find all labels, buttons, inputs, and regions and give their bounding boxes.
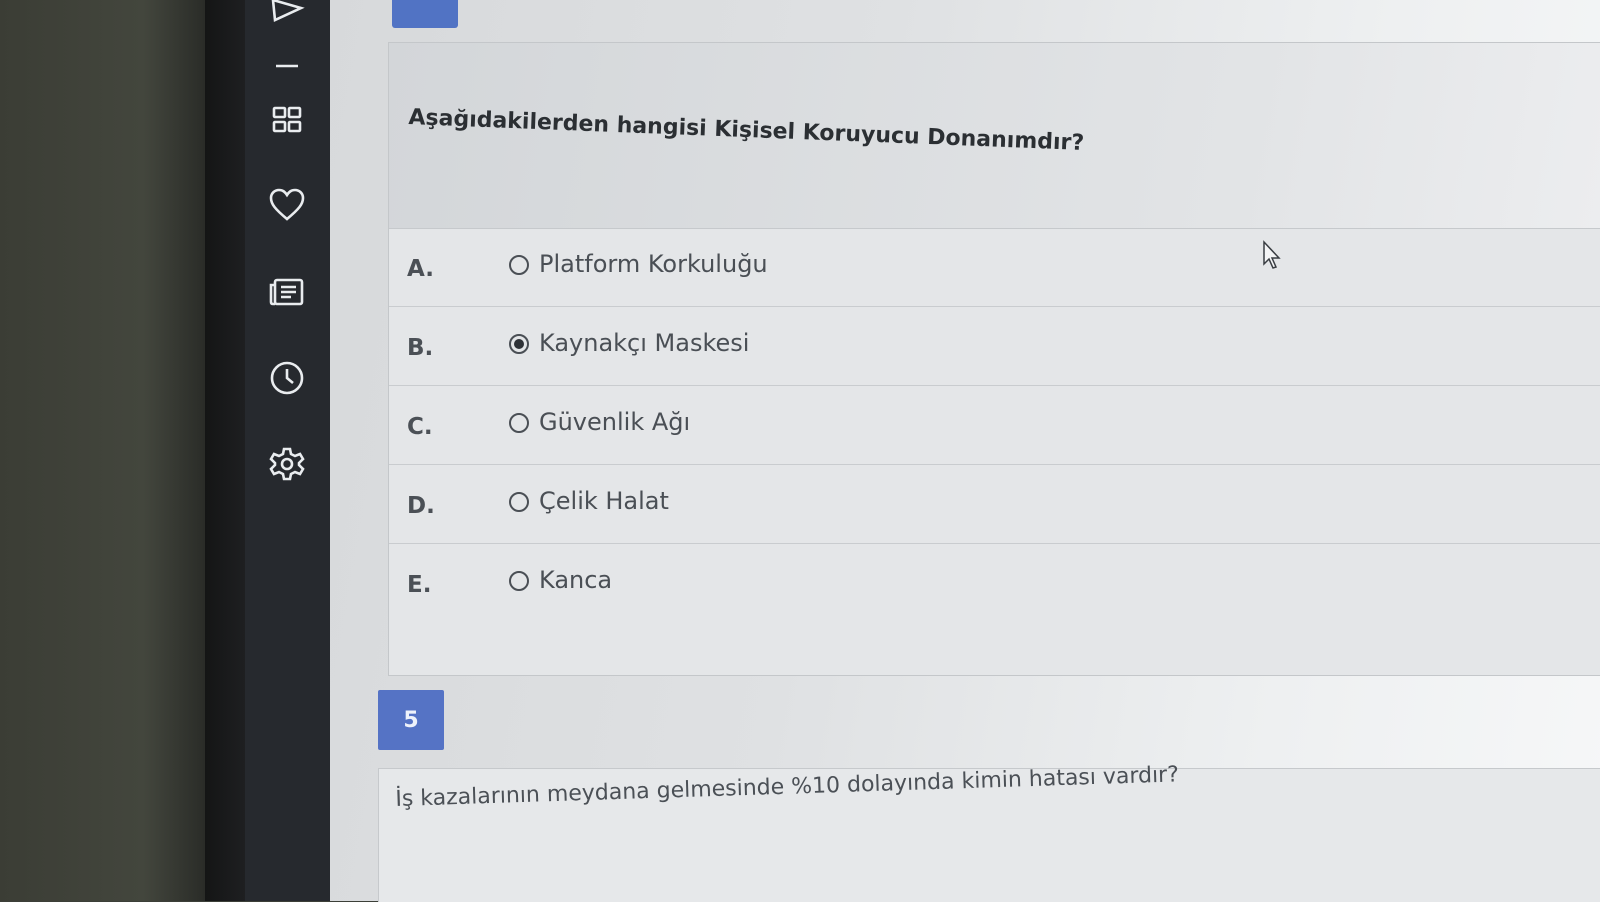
question-card: Aşağıdakilerden hangisi Kişisel Koruyucu… — [388, 42, 1600, 676]
option-letter: D. — [407, 493, 435, 519]
option-label[interactable]: Güvenlik Ağı — [539, 408, 690, 436]
mouse-cursor-icon — [1262, 240, 1282, 274]
radio-button-selected[interactable] — [509, 334, 529, 354]
option-c[interactable]: C. Güvenlik Ağı — [389, 386, 1600, 465]
option-letter: A. — [407, 256, 434, 282]
radio-button[interactable] — [509, 413, 529, 433]
grid-icon[interactable] — [267, 100, 307, 140]
next-question-card: İş kazalarının meydana gelmesinde %10 do… — [378, 762, 1600, 902]
option-label[interactable]: Platform Korkuluğu — [539, 250, 768, 278]
radio-button[interactable] — [509, 492, 529, 512]
radio-button[interactable] — [509, 571, 529, 591]
option-label[interactable]: Kaynakçı Maskesi — [539, 329, 749, 357]
question-number-badge-previous[interactable] — [392, 0, 458, 28]
option-letter: B. — [407, 335, 434, 361]
monitor-bezel-left — [0, 0, 205, 901]
option-label[interactable]: Çelik Halat — [539, 487, 669, 515]
option-e[interactable]: E. Kanca — [389, 544, 1600, 622]
option-d[interactable]: D. Çelik Halat — [389, 465, 1600, 544]
clock-icon[interactable] — [267, 358, 307, 398]
next-question-text: İş kazalarının meydana gelmesinde %10 do… — [395, 762, 1180, 812]
option-label[interactable]: Kanca — [539, 566, 612, 594]
heart-icon[interactable] — [267, 185, 307, 225]
question-number-badge[interactable]: 5 — [378, 690, 444, 750]
gear-icon[interactable] — [267, 444, 307, 484]
play-triangle-icon[interactable] — [267, 0, 307, 32]
sidebar — [245, 0, 330, 901]
monitor-frame — [205, 0, 245, 901]
option-letter: C. — [407, 414, 433, 440]
question-text: Aşağıdakilerden hangisi Kişisel Koruyucu… — [408, 105, 1085, 156]
question-header: Aşağıdakilerden hangisi Kişisel Koruyucu… — [389, 43, 1600, 229]
divider-icon — [267, 46, 307, 86]
option-letter: E. — [407, 572, 432, 598]
option-a[interactable]: A. Platform Korkuluğu — [389, 228, 1600, 307]
radio-button[interactable] — [509, 255, 529, 275]
option-b[interactable]: B. Kaynakçı Maskesi — [389, 307, 1600, 386]
document-list-icon[interactable] — [267, 272, 307, 312]
